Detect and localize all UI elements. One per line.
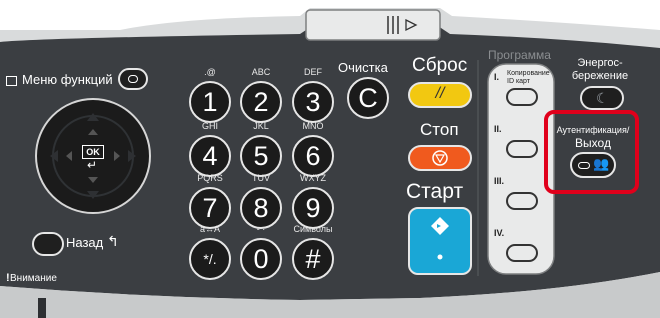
key-7[interactable]: 8 xyxy=(240,187,282,229)
menu-button[interactable] xyxy=(118,68,148,90)
stop-button[interactable] xyxy=(408,145,472,171)
menu-icon xyxy=(6,76,17,86)
key-6[interactable]: 7 xyxy=(189,187,231,229)
start-button[interactable] xyxy=(408,207,472,275)
auth-logout-button[interactable]: 👥 xyxy=(570,152,616,178)
key-9[interactable]: */. xyxy=(189,238,231,280)
moon-icon: ☾ xyxy=(596,90,609,106)
key-letters-4: JKL xyxy=(253,121,269,131)
program-1-button[interactable] xyxy=(506,88,538,106)
program-2-button[interactable] xyxy=(506,140,538,158)
back-arrow-icon: ↰ xyxy=(107,233,119,249)
key-letters-10: - · xyxy=(256,224,266,234)
clear-button[interactable]: C xyxy=(347,77,389,119)
key-5[interactable]: 6 xyxy=(292,135,334,177)
slot-marks xyxy=(384,14,434,36)
key-3[interactable]: 4 xyxy=(189,135,231,177)
key-letters-0: .@ xyxy=(204,67,216,77)
energy-label-line2: бережение xyxy=(571,70,629,82)
back-button[interactable] xyxy=(32,232,64,256)
ok-label: OK xyxy=(82,145,104,159)
auth-label-line2: Выход xyxy=(575,136,611,150)
key-11[interactable]: # xyxy=(292,238,334,280)
key-letters-6: PQRS xyxy=(197,173,223,183)
energy-label-line1: Энергос- xyxy=(577,57,623,69)
energy-saver-button[interactable]: ☾ xyxy=(580,86,624,110)
key-letters-9: a↔A xyxy=(199,224,220,234)
auth-label-line1: Аутентификация/ xyxy=(556,125,630,135)
program-4-button[interactable] xyxy=(506,244,538,262)
attention-label: Внимание xyxy=(10,273,57,284)
program-4-number: IV. xyxy=(494,228,505,238)
enter-icon: ↵ xyxy=(87,158,98,172)
clear-label: Очистка xyxy=(338,60,388,75)
key-letters-1: ABC xyxy=(251,67,271,77)
ok-button[interactable]: OK ↵ xyxy=(75,141,111,173)
key-4[interactable]: 5 xyxy=(240,135,282,177)
program-3-number: III. xyxy=(494,176,505,186)
reset-button[interactable]: // xyxy=(408,82,472,108)
key-letters-8: WXYZ xyxy=(300,173,326,183)
back-label: Назад xyxy=(66,235,104,250)
key-10[interactable]: 0 xyxy=(240,238,282,280)
stop-icon xyxy=(432,150,448,166)
key-letters-3: GHI xyxy=(201,121,218,131)
key-letters-5: MNO xyxy=(302,121,324,131)
menu-label: Меню функций xyxy=(22,72,113,87)
start-label: Старт xyxy=(406,180,464,203)
program-1-text-line1: Копирование xyxy=(507,70,550,77)
key-letters-7: TUV xyxy=(252,173,270,183)
program-3-button[interactable] xyxy=(506,192,538,210)
start-diamond-icon xyxy=(431,217,449,260)
users-icon: 👥 xyxy=(593,156,610,171)
key-1[interactable]: 2 xyxy=(240,81,282,123)
program-1-text-line2: ID карт xyxy=(507,78,530,85)
key-2[interactable]: 3 xyxy=(292,81,334,123)
slash-icon: // xyxy=(435,85,445,102)
program-2-number: II. xyxy=(494,124,502,134)
program-1-number: I. xyxy=(494,72,500,82)
reset-label: Сброс xyxy=(412,55,468,76)
auth-toggle-icon xyxy=(578,162,590,169)
key-letters-11: Символы xyxy=(293,224,333,234)
key-8[interactable]: 9 xyxy=(292,187,334,229)
program-title: Программа xyxy=(488,48,551,62)
key-0[interactable]: 1 xyxy=(189,81,231,123)
stop-label: Стоп xyxy=(420,120,459,139)
key-letters-2: DEF xyxy=(304,67,322,77)
